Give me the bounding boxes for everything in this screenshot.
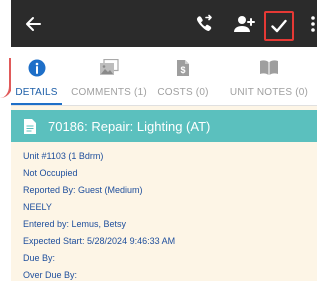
detail-entered-by: Entered by: Lemus, Betsy [23, 219, 127, 229]
tab-label: COMMENTS (1) [71, 87, 147, 98]
work-order-details: Unit #1103 (1 Bdrm) Not Occupied Reporte… [23, 148, 313, 281]
tab-bar: DETAILS COMMENTS (1) $ COSTS (0) UNIT NO… [11, 47, 317, 106]
detail-reported-by: Reported By: Guest (Medium) [23, 185, 143, 195]
phone-forward-icon[interactable] [191, 12, 217, 36]
check-icon [271, 19, 287, 33]
tab-unit-notes[interactable]: UNIT NOTES (0) [223, 47, 315, 105]
svg-text:$: $ [180, 65, 185, 75]
dollar-doc-icon: $ [157, 59, 209, 77]
work-order-header: 70186: Repair: Lighting (AT) [11, 110, 317, 142]
add-user-icon[interactable] [231, 12, 257, 36]
detail-name: NEELY [23, 202, 52, 212]
tab-label: UNIT NOTES (0) [229, 87, 309, 98]
work-order-title: 70186: Repair: Lighting (AT) [48, 118, 211, 134]
document-icon [24, 118, 36, 134]
detail-over-due-by: Over Due By: [23, 270, 78, 280]
detail-unit: Unit #1103 (1 Bdrm) [23, 151, 104, 161]
save-check-button[interactable] [264, 11, 294, 41]
detail-expected-start: Expected Start: 5/28/2024 9:46:33 AM [23, 236, 176, 246]
top-app-bar [11, 0, 317, 47]
work-order-screen: DETAILS COMMENTS (1) $ COSTS (0) UNIT NO… [11, 0, 317, 281]
book-icon [223, 59, 315, 77]
detail-occupancy: Not Occupied [23, 168, 78, 178]
detail-due-by: Due By: [23, 253, 56, 263]
tab-comments[interactable]: COMMENTS (1) [71, 47, 147, 105]
tab-details[interactable]: DETAILS [11, 47, 62, 105]
arrow-left-icon[interactable] [21, 12, 45, 36]
more-vertical-icon[interactable] [307, 12, 317, 36]
info-icon [11, 59, 62, 77]
tab-label: DETAILS [15, 87, 58, 98]
tab-label: COSTS (0) [157, 87, 209, 98]
tab-costs[interactable]: $ COSTS (0) [157, 47, 209, 105]
photo-icon [71, 59, 147, 77]
active-tab-indicator [11, 103, 62, 105]
